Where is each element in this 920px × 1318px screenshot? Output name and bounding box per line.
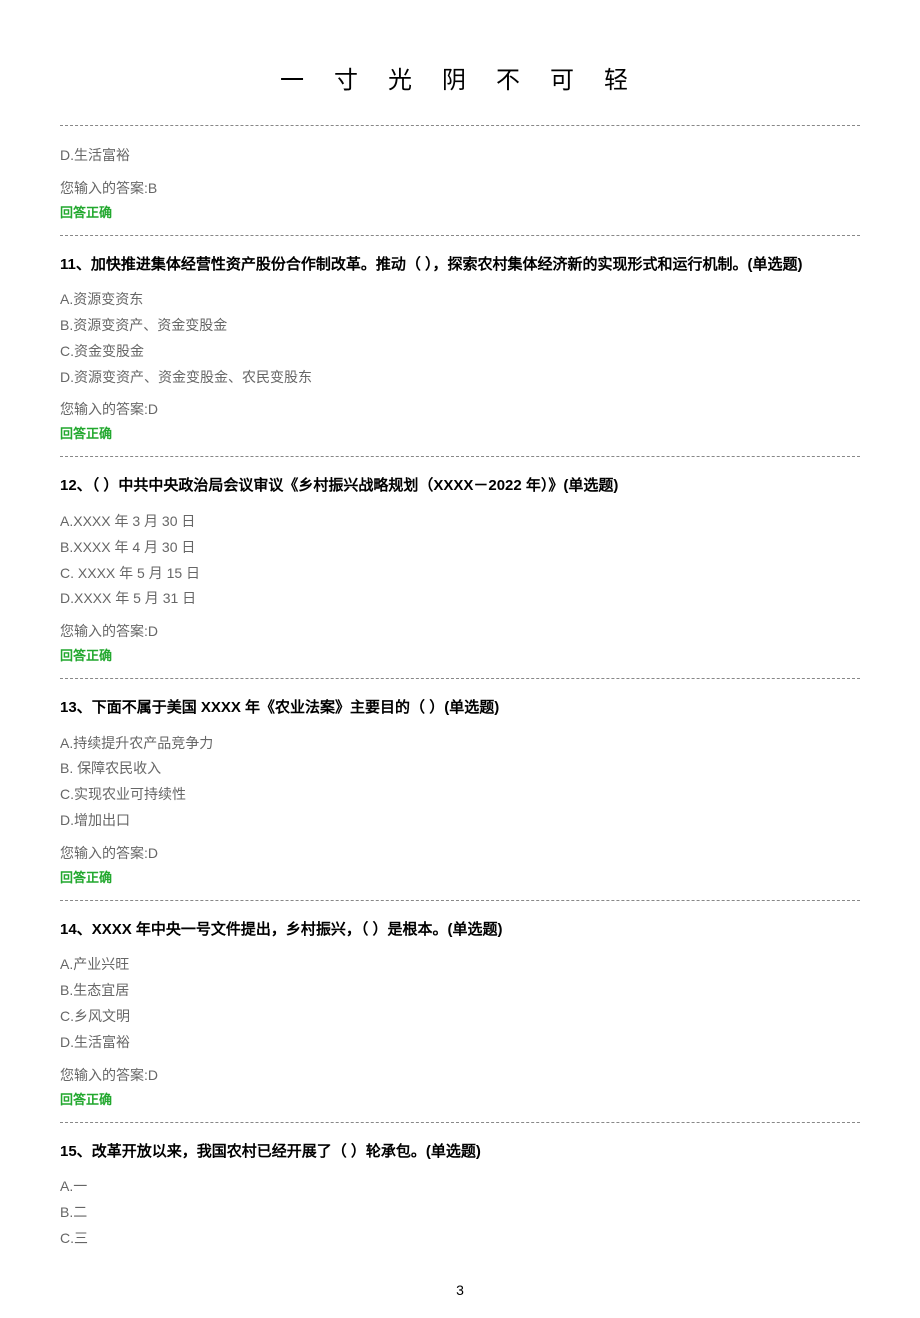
option-text: A.XXXX 年 3 月 30 日 [60,510,860,534]
option-text: C. XXXX 年 5 月 15 日 [60,562,860,586]
question-type: (单选题) [563,477,618,494]
question-text: 改革开放以来，我国农村已经开展了（ ）轮承包。 [92,1143,426,1160]
question-stem: 13、下面不属于美国 XXXX 年《农业法案》主要目的（ ）(单选题) [60,697,860,720]
question-number: 12、 [60,477,92,494]
option-text: D.XXXX 年 5 月 31 日 [60,587,860,611]
question-number: 13、 [60,699,92,716]
question-number: 14、 [60,921,92,938]
question-type: (单选题) [748,256,803,273]
question-type: (单选题) [448,921,503,938]
option-text: C.资金变股金 [60,340,860,364]
question-block: 12、（ ）中共中央政治局会议审议《乡村振兴战略规划（XXXX－2022 年）》… [60,457,860,679]
option-text: B.二 [60,1201,860,1225]
your-answer-label: 您输入的答案:D [60,1065,860,1085]
option-text: B.资源变资产、资金变股金 [60,314,860,338]
question-text: 下面不属于美国 XXXX 年《农业法案》主要目的（ ） [92,699,445,716]
feedback-label: 回答正确 [60,867,860,886]
question-block: 14、XXXX 年中央一号文件提出，乡村振兴，（ ）是根本。(单选题) A.产业… [60,901,860,1123]
option-text: D.生活富裕 [60,144,860,168]
feedback-label: 回答正确 [60,1089,860,1108]
option-text: A.持续提升农产品竞争力 [60,732,860,756]
question-fragment-top: D.生活富裕 您输入的答案:B 回答正确 [60,126,860,236]
option-text: B.XXXX 年 4 月 30 日 [60,536,860,560]
option-text: D.生活富裕 [60,1031,860,1055]
option-text: C.实现农业可持续性 [60,783,860,807]
question-block: 11、加快推进集体经营性资产股份合作制改革。推动（ ），探索农村集体经济新的实现… [60,236,860,458]
question-type: (单选题) [426,1143,481,1160]
page-number: 3 [60,1252,860,1318]
question-text: （ ）中共中央政治局会议审议《乡村振兴战略规划（XXXX－2022 年）》 [92,477,564,494]
your-answer-label: 您输入的答案:D [60,621,860,641]
question-number: 11、 [60,256,91,273]
question-block: 13、下面不属于美国 XXXX 年《农业法案》主要目的（ ）(单选题) A.持续… [60,679,860,901]
option-text: C.乡风文明 [60,1005,860,1029]
option-text: A.产业兴旺 [60,953,860,977]
option-text: B.生态宜居 [60,979,860,1003]
question-stem: 14、XXXX 年中央一号文件提出，乡村振兴，（ ）是根本。(单选题) [60,919,860,942]
question-stem: 12、（ ）中共中央政治局会议审议《乡村振兴战略规划（XXXX－2022 年）》… [60,475,860,498]
question-block: 15、改革开放以来，我国农村已经开展了（ ）轮承包。(单选题) A.一 B.二 … [60,1123,860,1251]
question-type: (单选题) [444,699,499,716]
option-text: D.增加出口 [60,809,860,833]
option-text: B. 保障农民收入 [60,757,860,781]
page-header-title: 一 寸 光 阴 不 可 轻 [60,0,860,125]
option-text: D.资源变资产、资金变股金、农民变股东 [60,366,860,390]
question-text: 加快推进集体经营性资产股份合作制改革。推动（ ），探索农村集体经济新的实现形式和… [91,256,748,273]
your-answer-label: 您输入的答案:D [60,843,860,863]
feedback-label: 回答正确 [60,423,860,442]
question-text: XXXX 年中央一号文件提出，乡村振兴，（ ）是根本。 [92,921,448,938]
option-text: A.资源变资东 [60,288,860,312]
question-stem: 11、加快推进集体经营性资产股份合作制改革。推动（ ），探索农村集体经济新的实现… [60,254,860,277]
question-number: 15、 [60,1143,92,1160]
question-stem: 15、改革开放以来，我国农村已经开展了（ ）轮承包。(单选题) [60,1141,860,1164]
option-text: C.三 [60,1227,860,1251]
your-answer-label: 您输入的答案:B [60,178,860,198]
option-text: A.一 [60,1175,860,1199]
feedback-label: 回答正确 [60,202,860,221]
your-answer-label: 您输入的答案:D [60,399,860,419]
feedback-label: 回答正确 [60,645,860,664]
